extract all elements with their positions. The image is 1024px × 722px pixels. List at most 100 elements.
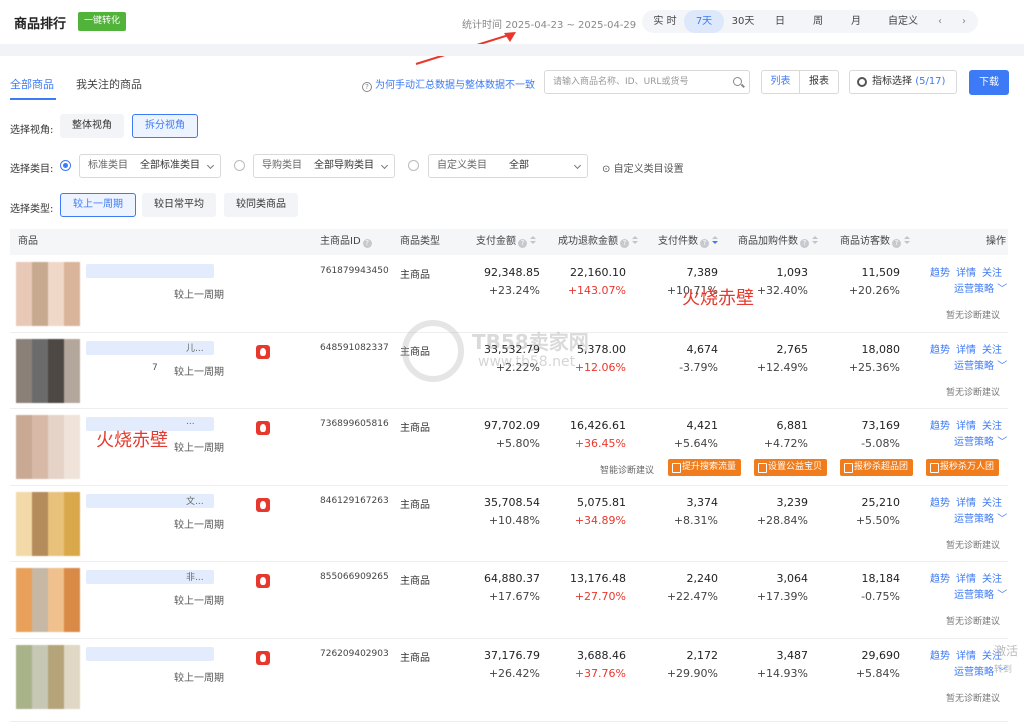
report-view-button[interactable]: 报表	[800, 71, 838, 93]
time-option-month[interactable]: 月	[844, 10, 868, 33]
time-option-custom[interactable]: 自定义	[878, 10, 928, 33]
radio-standard-category[interactable]	[60, 160, 71, 171]
product-name[interactable]: 文...	[86, 494, 214, 508]
flash-sale-super-group-button[interactable]: 报秒杀超品团	[840, 459, 914, 476]
time-option-realtime[interactable]: 实 时	[648, 10, 682, 33]
help-icon[interactable]: ?	[892, 239, 901, 248]
compare-similar-products[interactable]: 较同类商品	[224, 193, 298, 217]
product-name[interactable]	[86, 264, 214, 278]
help-icon[interactable]: ?	[800, 239, 809, 248]
next-period-icon[interactable]: ›	[956, 10, 972, 33]
sort-icon[interactable]	[530, 236, 536, 245]
thumbnail-cell	[64, 661, 80, 677]
trend-link[interactable]: 趋势	[930, 345, 950, 356]
detail-link[interactable]: 详情	[956, 268, 976, 279]
product-name[interactable]: 非...	[86, 570, 214, 584]
refund-change: +36.45%	[574, 437, 626, 450]
detail-link[interactable]: 详情	[956, 651, 976, 662]
compare-text: 较上一周期	[174, 673, 224, 684]
gear-icon	[857, 77, 867, 87]
header-visitors[interactable]: 商品访客数?	[840, 229, 910, 255]
question-icon: ?	[362, 82, 372, 92]
custom-category-select[interactable]: 自定义类目 全部	[428, 154, 588, 178]
product-thumbnail[interactable]	[16, 568, 80, 632]
strategy-dropdown[interactable]: 运营策略 ﹀	[954, 510, 1007, 525]
trend-link[interactable]: 趋势	[930, 268, 950, 279]
help-icon[interactable]: ?	[518, 239, 527, 248]
product-type: 主商品	[400, 270, 430, 281]
product-thumbnail[interactable]	[16, 415, 80, 479]
thumbnail-cell	[64, 677, 80, 693]
thumbnail-cell	[64, 584, 80, 600]
strategy-dropdown[interactable]: 运营策略 ﹀	[954, 586, 1007, 601]
strategy-label: 运营策略	[954, 667, 994, 678]
one-click-convert-button[interactable]: 一键转化	[78, 12, 127, 31]
sort-icon[interactable]	[812, 236, 818, 245]
time-option-day[interactable]: 日	[768, 10, 792, 33]
metric-select-button[interactable]: 指标选择 (5/17)	[849, 70, 957, 94]
follow-link[interactable]: 关注	[982, 345, 1002, 356]
sort-icon[interactable]	[632, 236, 638, 245]
set-charity-item-button[interactable]: 设置公益宝贝	[754, 459, 828, 476]
tab-all-products[interactable]: 全部商品	[10, 76, 54, 92]
perspective-overall[interactable]: 整体视角	[60, 114, 124, 138]
time-option-7d[interactable]: 7天	[684, 10, 724, 33]
product-id: 736899605816	[320, 419, 389, 429]
sort-icon[interactable]	[904, 236, 910, 245]
help-icon[interactable]: ?	[620, 239, 629, 248]
compare-daily-average[interactable]: 较日常平均	[142, 193, 216, 217]
help-link[interactable]: ? 为何手动汇总数据与整体数据不一致	[362, 76, 535, 92]
detail-link[interactable]: 详情	[956, 421, 976, 432]
trend-link[interactable]: 趋势	[930, 651, 950, 662]
strategy-dropdown[interactable]: 运营策略 ﹀	[954, 280, 1007, 295]
custom-category-settings-link[interactable]: ⊙ 自定义类目设置	[602, 160, 684, 175]
trend-link[interactable]: 趋势	[930, 574, 950, 585]
prev-period-icon[interactable]: ‹	[932, 10, 948, 33]
help-icon[interactable]: ?	[700, 239, 709, 248]
search-input[interactable]: 请输入商品名称、ID、URL或货号	[544, 70, 750, 94]
perspective-split[interactable]: 拆分视角	[132, 114, 198, 138]
list-view-button[interactable]: 列表	[762, 71, 800, 93]
trend-link[interactable]: 趋势	[930, 421, 950, 432]
header-pay-amount[interactable]: 支付金额?	[476, 229, 536, 255]
sort-desc-icon[interactable]	[712, 236, 718, 245]
product-thumbnail[interactable]	[16, 492, 80, 556]
follow-link[interactable]: 关注	[982, 498, 1002, 509]
tab-followed-products[interactable]: 我关注的商品	[76, 76, 142, 92]
follow-link[interactable]: 关注	[982, 421, 1002, 432]
header-cart-quantity[interactable]: 商品加购件数?	[738, 229, 818, 255]
trend-link[interactable]: 趋势	[930, 498, 950, 509]
download-button[interactable]: 下载	[969, 70, 1009, 95]
strategy-dropdown[interactable]: 运营策略 ﹀	[954, 433, 1007, 448]
boost-search-traffic-button[interactable]: 提升搜索流量	[668, 459, 742, 476]
product-type: 主商品	[400, 653, 430, 664]
product-thumbnail[interactable]	[16, 262, 80, 326]
thumbnail-cell	[48, 508, 64, 524]
time-option-week[interactable]: 周	[806, 10, 830, 33]
radio-guide-category[interactable]	[234, 160, 245, 171]
category-label: 选择类目:	[10, 164, 54, 175]
product-thumbnail[interactable]	[16, 645, 80, 709]
strategy-dropdown[interactable]: 运营策略 ﹀	[954, 357, 1007, 372]
detail-link[interactable]: 详情	[956, 574, 976, 585]
time-option-30d[interactable]: 30天	[726, 10, 760, 33]
search-icon[interactable]	[733, 77, 742, 86]
radio-custom-category[interactable]	[408, 160, 419, 171]
follow-link[interactable]: 关注	[982, 268, 1002, 279]
detail-link[interactable]: 详情	[956, 345, 976, 356]
follow-link[interactable]: 关注	[982, 574, 1002, 585]
compare-prev-period[interactable]: 较上一周期	[60, 193, 136, 217]
product-type: 主商品	[400, 500, 430, 511]
flash-sale-mass-group-button[interactable]: 报秒杀万人团	[926, 459, 1000, 476]
detail-link[interactable]: 详情	[956, 498, 976, 509]
product-thumbnail[interactable]	[16, 339, 80, 403]
help-icon[interactable]: ?	[362, 239, 372, 248]
product-name[interactable]	[86, 647, 214, 661]
standard-category-select[interactable]: 标准类目 全部标准类目	[79, 154, 221, 178]
thumbnail-cell	[16, 355, 32, 371]
product-name[interactable]: 儿...	[86, 341, 214, 355]
header-pay-quantity[interactable]: 支付件数?	[658, 229, 718, 255]
header-refund-amount[interactable]: 成功退款金额?	[558, 229, 638, 255]
guide-category-select[interactable]: 导购类目 全部导购类目	[253, 154, 395, 178]
visitors-change: -5.08%	[861, 437, 900, 450]
